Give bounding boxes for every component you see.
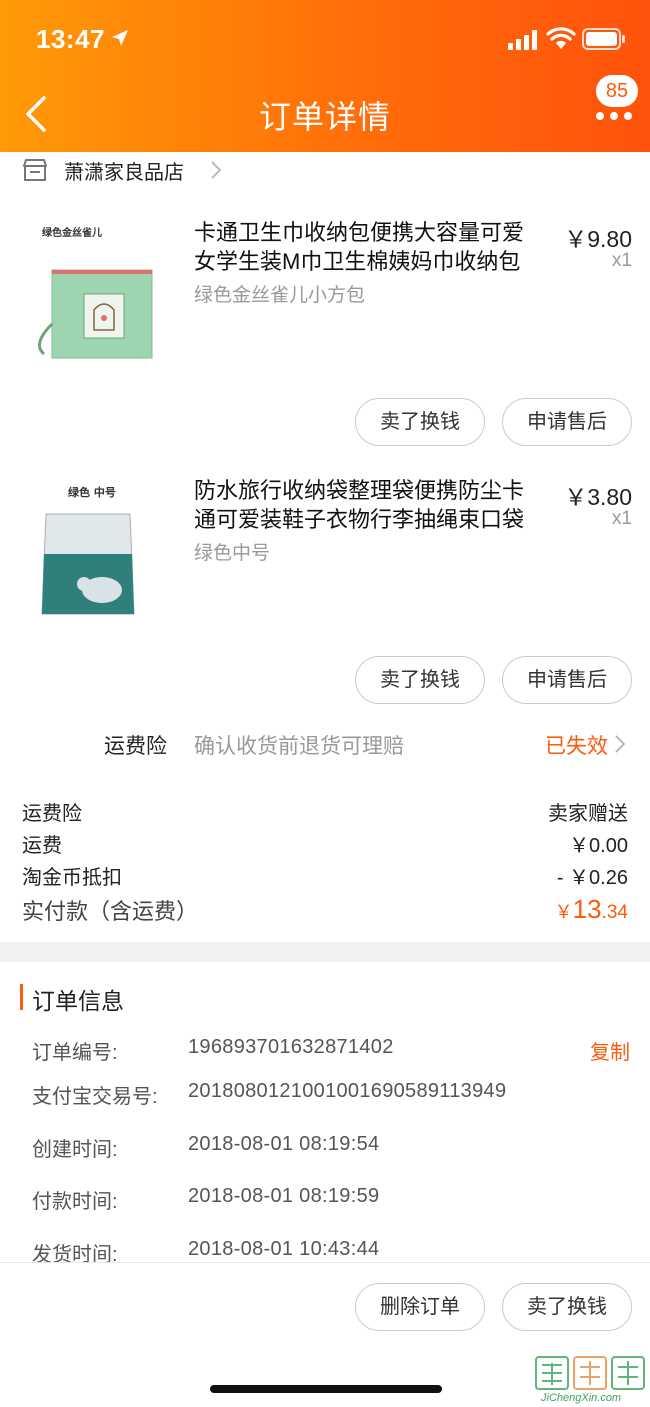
fee-row: 淘金币抵扣 - ￥0.26 (22, 861, 628, 891)
order-number-value: 196893701632871402 (188, 1036, 394, 1058)
copy-button[interactable]: 复制 (590, 1036, 630, 1065)
drawstring-bag-illustration: 绿色 中号 (22, 474, 176, 628)
product-quantity: x1 (611, 508, 632, 529)
sell-for-cash-button[interactable]: 卖了换钱 (355, 656, 485, 704)
product-title[interactable]: 防水旅行收纳袋整理袋便携防尘卡通可爱装鞋子衣物行李抽绳束口袋 (194, 476, 544, 534)
order-info-title: 订单信息 (32, 988, 124, 1014)
shipping-insurance-row[interactable]: 运费险 确认收货前退货可理赔 已失效 (0, 722, 650, 768)
shop-icon (23, 159, 47, 181)
fee-row: 运费险 卖家赠送 (22, 797, 628, 827)
info-label: 订单编号: (32, 1042, 118, 1064)
header: 13:47 订单详情 85 (0, 0, 650, 152)
product-price: ￥3.80 (564, 484, 632, 510)
product-item[interactable]: 绿色 中号 防水旅行收纳袋整理袋便携防尘卡通可爱装鞋子衣物行李抽绳束口袋 绿色中… (0, 468, 650, 708)
product-image-caption: 绿色金丝雀儿 (42, 226, 102, 239)
after-sale-button[interactable]: 申请售后 (502, 656, 632, 704)
product-image[interactable]: 绿色金丝雀儿 (22, 214, 176, 368)
message-count-badge: 85 (596, 75, 638, 107)
pouch-illustration: 绿色金丝雀儿 (22, 214, 176, 368)
delete-order-button[interactable]: 删除订单 (355, 1283, 485, 1331)
sell-for-cash-button[interactable]: 卖了换钱 (355, 398, 485, 446)
status-bar: 13:47 (0, 0, 650, 78)
alipay-trade-row: 支付宝交易号: 2018080121001001690589113949 (32, 1080, 630, 1110)
insurance-status: 已失效 (545, 735, 608, 758)
after-sale-button[interactable]: 申请售后 (502, 398, 632, 446)
product-spec: 绿色金丝雀儿小方包 (194, 285, 366, 306)
fee-label: 运费 (22, 835, 62, 857)
shipped-time-value: 2018-08-01 10:43:44 (188, 1238, 380, 1260)
info-label: 付款时间: (32, 1191, 118, 1213)
chevron-right-icon (211, 161, 222, 179)
product-image-caption: 绿色 中号 (68, 485, 116, 499)
section-accent-bar (20, 984, 23, 1010)
fee-value: - ￥0.26 (556, 867, 628, 889)
alipay-trade-value: 2018080121001001690589113949 (188, 1080, 507, 1102)
created-time-row: 创建时间: 2018-08-01 08:19:54 (32, 1133, 630, 1163)
wifi-icon (546, 27, 576, 49)
product-item[interactable]: 绿色金丝雀儿 卡通卫生巾收纳包便携大容量可爱女学生装M巾卫生棉姨妈巾收纳包 绿色… (0, 210, 650, 450)
battery-icon (582, 28, 625, 50)
product-spec: 绿色中号 (194, 543, 271, 564)
info-label: 支付宝交易号: (32, 1086, 158, 1108)
status-time: 13:47 (36, 24, 105, 54)
sell-for-cash-button[interactable]: 卖了换钱 (502, 1283, 632, 1331)
shop-name: 萧潇家良品店 (64, 162, 184, 184)
shop-row[interactable]: 萧潇家良品店 (0, 152, 650, 192)
watermark-url: JiChengXin.com (541, 1392, 622, 1404)
total-label: 实付款（含运费） (22, 899, 199, 924)
product-quantity: x1 (611, 250, 632, 271)
page-title: 订单详情 (258, 99, 391, 135)
fee-label: 运费险 (22, 803, 82, 825)
fee-label: 淘金币抵扣 (22, 867, 122, 889)
total-row: 实付款（含运费） ￥13.34 (22, 894, 628, 930)
product-image[interactable]: 绿色 中号 (22, 474, 176, 628)
info-label: 创建时间: (32, 1139, 118, 1161)
fee-value: ￥0.00 (569, 835, 628, 857)
insurance-label: 运费险 (104, 735, 167, 758)
fee-value: 卖家赠送 (548, 803, 628, 825)
insurance-description: 确认收货前退货可理赔 (194, 735, 404, 758)
product-price: ￥9.80 (564, 226, 632, 252)
location-arrow-icon (112, 30, 128, 46)
order-info-card: 订单信息 订单编号: 196893701632871402 复制 支付宝交易号:… (0, 962, 650, 1266)
order-number-row: 订单编号: 196893701632871402 复制 (32, 1036, 630, 1066)
fee-row: 运费 ￥0.00 (22, 829, 628, 859)
paid-time-value: 2018-08-01 08:19:59 (188, 1185, 380, 1207)
created-time-value: 2018-08-01 08:19:54 (188, 1133, 380, 1155)
more-dots-icon[interactable] (592, 104, 636, 128)
chevron-right-icon (615, 735, 626, 753)
total-currency: ￥ (554, 902, 573, 922)
total-amount: ￥13.34 (555, 894, 628, 925)
total-decimal: .34 (601, 902, 628, 923)
home-indicator[interactable] (210, 1385, 442, 1393)
product-title[interactable]: 卡通卫生巾收纳包便携大容量可爱女学生装M巾卫生棉姨妈巾收纳包 (194, 218, 544, 276)
cellular-signal-icon (508, 30, 537, 50)
paid-time-row: 付款时间: 2018-08-01 08:19:59 (32, 1185, 630, 1215)
total-integer: 13 (572, 894, 602, 924)
